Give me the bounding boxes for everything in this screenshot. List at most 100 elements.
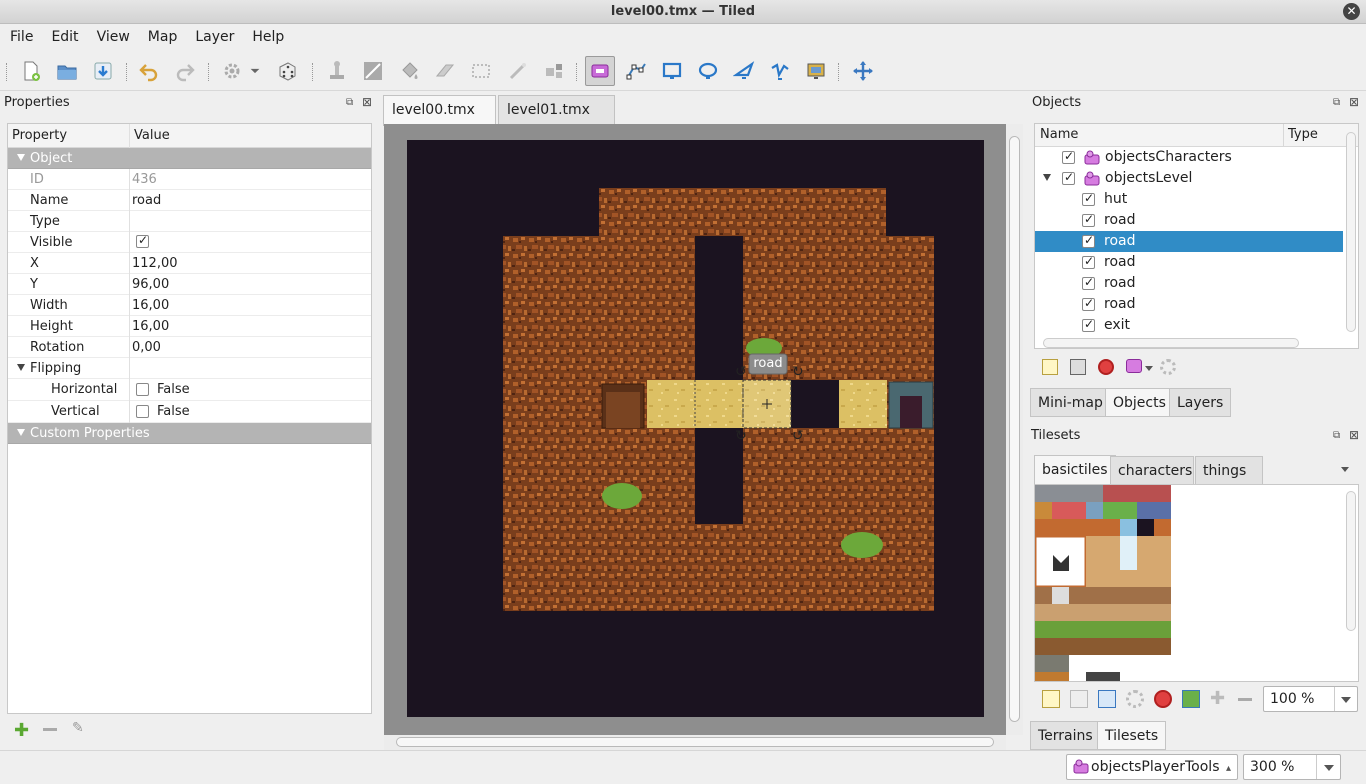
prop-row-x[interactable]: X 112,00 bbox=[8, 253, 371, 274]
command-gear-icon[interactable] bbox=[217, 56, 247, 86]
visible-checkbox[interactable] bbox=[136, 233, 149, 248]
menu-layer[interactable]: Layer bbox=[187, 24, 242, 51]
rotate-handle-icon[interactable]: ↻ bbox=[792, 364, 804, 380]
redo-icon[interactable] bbox=[170, 56, 200, 86]
prop-value[interactable]: 96,00 bbox=[132, 277, 169, 292]
prop-row-y[interactable]: Y 96,00 bbox=[8, 274, 371, 295]
visibility-checkbox[interactable] bbox=[1082, 191, 1095, 206]
menu-help[interactable]: Help bbox=[244, 24, 292, 51]
tab-characters[interactable]: characters bbox=[1110, 456, 1194, 485]
prop-row-name[interactable]: Name road bbox=[8, 190, 371, 211]
edit-polygons-icon[interactable] bbox=[621, 56, 651, 86]
menu-view[interactable]: View bbox=[89, 24, 138, 51]
float-panel-icon[interactable]: ⧉ bbox=[346, 97, 353, 108]
magic-wand-icon[interactable] bbox=[503, 56, 533, 86]
visibility-checkbox[interactable] bbox=[1082, 233, 1095, 248]
prop-value[interactable]: 112,00 bbox=[132, 256, 178, 271]
tileset-vscroll[interactable] bbox=[1346, 491, 1356, 631]
tab-things[interactable]: things bbox=[1195, 456, 1263, 485]
objects-hscroll[interactable] bbox=[1043, 338, 1299, 348]
rename-property-icon[interactable]: ✎ bbox=[72, 720, 84, 736]
map-view[interactable]: ↻ ↺ ↺ ↻ road bbox=[384, 124, 1006, 735]
close-panel-icon[interactable]: ⊠ bbox=[362, 95, 372, 109]
prop-row-vertical[interactable]: Vertical False bbox=[8, 401, 371, 423]
visibility-checkbox[interactable] bbox=[1062, 149, 1075, 164]
visibility-checkbox[interactable] bbox=[1082, 212, 1095, 227]
object-item-road[interactable]: road bbox=[1035, 210, 1343, 231]
remove-object-icon[interactable] bbox=[1098, 359, 1114, 375]
close-window-icon[interactable]: ✕ bbox=[1343, 3, 1360, 20]
prop-row-rotation[interactable]: Rotation 0,00 bbox=[8, 337, 371, 358]
vertical-checkbox[interactable] bbox=[136, 405, 149, 418]
prop-row-type[interactable]: Type bbox=[8, 211, 371, 232]
prop-value[interactable]: road bbox=[132, 193, 161, 208]
group-custom-properties[interactable]: Custom Properties bbox=[8, 423, 371, 444]
chevron-down-icon[interactable] bbox=[1324, 765, 1334, 771]
move-to-layer-icon[interactable] bbox=[1126, 359, 1142, 373]
object-layer-characters[interactable]: objectsCharacters bbox=[1035, 147, 1343, 168]
visibility-checkbox[interactable] bbox=[1082, 317, 1095, 332]
export-tileset-icon[interactable] bbox=[1098, 690, 1116, 708]
visibility-checkbox[interactable] bbox=[1062, 170, 1075, 185]
layer-select[interactable]: objectsPlayerTools ▴▾ bbox=[1066, 754, 1238, 780]
tab-level00[interactable]: level00.tmx✕ bbox=[383, 95, 496, 145]
prop-row-flipping[interactable]: Flipping bbox=[8, 358, 371, 379]
random-dice-icon[interactable] bbox=[272, 56, 302, 86]
tab-level01[interactable]: level01.tmx✕ bbox=[498, 95, 615, 145]
object-layer-level[interactable]: objectsLevel bbox=[1035, 168, 1343, 189]
chevron-down-icon[interactable] bbox=[1341, 697, 1351, 703]
bucket-fill-icon[interactable] bbox=[394, 56, 424, 86]
prop-row-visible[interactable]: Visible bbox=[8, 232, 371, 253]
eraser-icon[interactable] bbox=[430, 56, 460, 86]
collapse-icon[interactable] bbox=[17, 154, 25, 161]
spinner-arrows-icon[interactable]: ▴▾ bbox=[1226, 757, 1231, 784]
menu-map[interactable]: Map bbox=[140, 24, 186, 51]
float-panel-icon[interactable]: ⧉ bbox=[1333, 97, 1340, 108]
tab-basictiles[interactable]: basictiles bbox=[1034, 455, 1116, 485]
object-item-road-selected[interactable]: road bbox=[1035, 231, 1343, 252]
object-item-road[interactable]: road bbox=[1035, 294, 1343, 315]
import-tileset-icon[interactable] bbox=[1070, 690, 1088, 708]
select-same-tile-icon[interactable] bbox=[539, 56, 569, 86]
menu-file[interactable]: File bbox=[2, 24, 41, 51]
edit-terrain-icon[interactable] bbox=[1182, 690, 1200, 708]
insert-ellipse-icon[interactable] bbox=[693, 56, 723, 86]
horizontal-checkbox[interactable] bbox=[136, 383, 149, 396]
prop-value[interactable]: 16,00 bbox=[132, 319, 169, 334]
tileset-view[interactable] bbox=[1034, 484, 1359, 682]
rotate-handle-icon[interactable]: ↺ bbox=[735, 364, 747, 380]
object-item-hut[interactable]: hut bbox=[1035, 189, 1343, 210]
prop-value[interactable]: 16,00 bbox=[132, 298, 169, 313]
visibility-checkbox[interactable] bbox=[1082, 296, 1095, 311]
insert-polygon-icon[interactable] bbox=[729, 56, 759, 86]
scroll-thumb[interactable] bbox=[396, 737, 994, 747]
close-panel-icon[interactable]: ⊠ bbox=[1349, 428, 1359, 442]
close-panel-icon[interactable]: ⊠ bbox=[1349, 95, 1359, 109]
dropdown-icon[interactable] bbox=[1145, 366, 1153, 371]
column-name[interactable]: Name bbox=[1040, 127, 1078, 142]
object-item-road[interactable]: road bbox=[1035, 273, 1343, 294]
map-horizontal-scrollbar[interactable] bbox=[384, 735, 1006, 750]
column-value[interactable]: Value bbox=[134, 128, 170, 143]
terrain-brush-icon[interactable] bbox=[358, 56, 388, 86]
remove-tileset-icon[interactable] bbox=[1154, 690, 1172, 708]
rotate-handle-icon[interactable]: ↻ bbox=[735, 428, 747, 444]
visibility-checkbox[interactable] bbox=[1082, 254, 1095, 269]
map-zoom-select[interactable]: 300 % bbox=[1243, 754, 1341, 780]
prop-row-height[interactable]: Height 16,00 bbox=[8, 316, 371, 337]
column-type[interactable]: Type bbox=[1288, 127, 1318, 142]
tileset-zoom-select[interactable]: 100 % bbox=[1263, 686, 1358, 712]
object-item-road[interactable]: road bbox=[1035, 252, 1343, 273]
prop-value[interactable]: 0,00 bbox=[132, 340, 161, 355]
menu-edit[interactable]: Edit bbox=[43, 24, 86, 51]
collapse-icon[interactable] bbox=[17, 429, 25, 436]
map-vertical-scrollbar[interactable] bbox=[1006, 124, 1023, 735]
insert-tile-icon[interactable] bbox=[801, 56, 831, 86]
visibility-checkbox[interactable] bbox=[1082, 275, 1095, 290]
tab-tilesets[interactable]: Tilesets bbox=[1097, 721, 1167, 750]
move-icon[interactable] bbox=[848, 56, 878, 86]
tab-layers[interactable]: Layers bbox=[1169, 388, 1232, 417]
object-item-exit[interactable]: exit bbox=[1035, 315, 1343, 336]
save-icon[interactable] bbox=[88, 56, 118, 86]
remove-property-icon[interactable] bbox=[43, 728, 57, 731]
